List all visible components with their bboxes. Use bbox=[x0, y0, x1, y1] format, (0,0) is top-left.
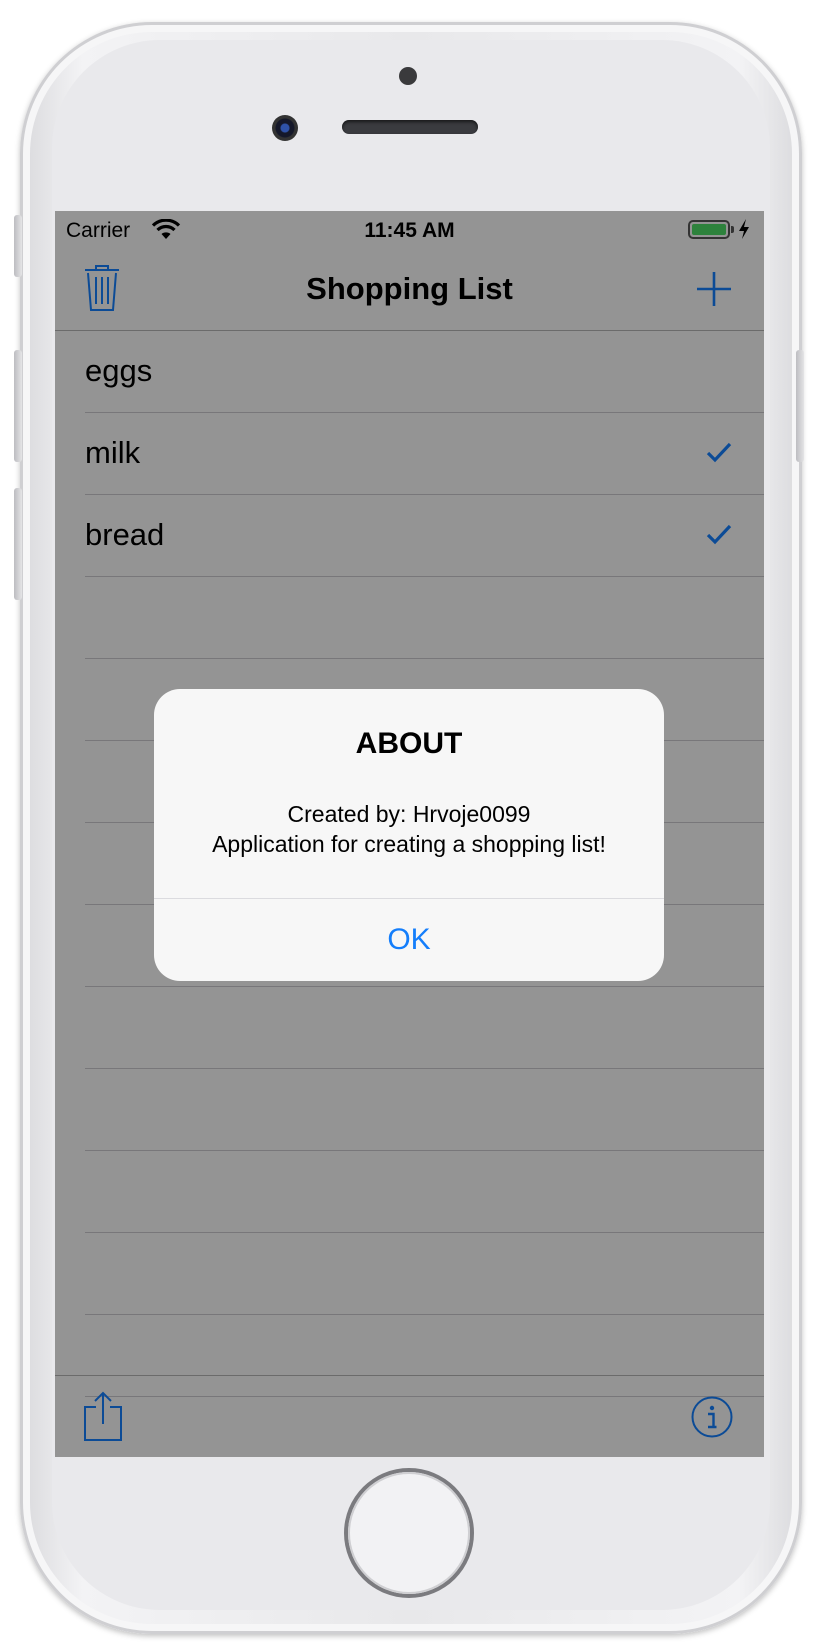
screen: Carrier 11:45 AM Shopping List eggs milk… bbox=[55, 211, 764, 1457]
front-camera bbox=[272, 115, 298, 141]
alert-message-line: Created by: Hrvoje0099 bbox=[287, 801, 531, 827]
volume-down-button bbox=[14, 488, 22, 600]
mute-switch bbox=[14, 215, 22, 277]
about-alert: ABOUT Created by: Hrvoje0099 Application… bbox=[154, 689, 664, 981]
alert-title: ABOUT bbox=[355, 727, 463, 760]
power-button bbox=[796, 350, 804, 462]
home-button[interactable] bbox=[348, 1472, 470, 1594]
proximity-sensor bbox=[399, 67, 417, 85]
alert-message: Created by: Hrvoje0099 Application for c… bbox=[154, 799, 664, 859]
alert-message-line: Application for creating a shopping list… bbox=[212, 831, 606, 857]
ok-button[interactable]: OK bbox=[154, 899, 664, 981]
earpiece-speaker bbox=[342, 120, 478, 134]
volume-up-button bbox=[14, 350, 22, 462]
